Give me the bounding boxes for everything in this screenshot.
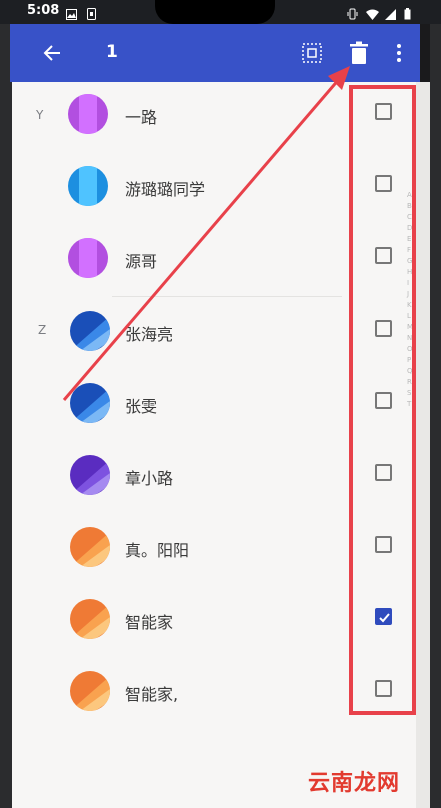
watermark-logo: 云南龙网 [308, 770, 401, 796]
annotation-arrow [62, 66, 350, 401]
